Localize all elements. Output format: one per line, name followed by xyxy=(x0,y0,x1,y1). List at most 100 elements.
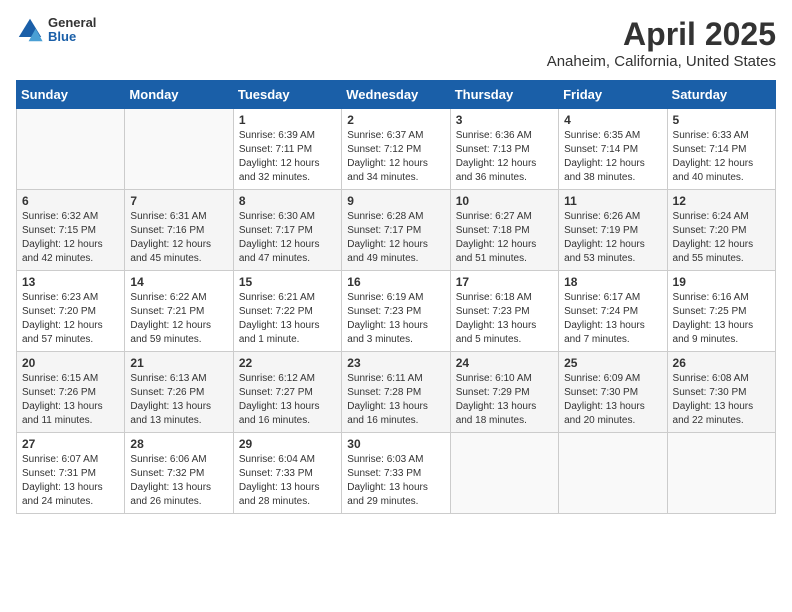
calendar-week-row: 27 Sunrise: 6:07 AM Sunset: 7:31 PM Dayli… xyxy=(17,433,776,514)
day-number: 6 xyxy=(22,194,119,208)
day-info: Sunrise: 6:12 AM Sunset: 7:27 PM Dayligh… xyxy=(239,372,336,428)
day-number: 7 xyxy=(130,194,227,208)
day-number: 9 xyxy=(347,194,444,208)
calendar-day-cell: 26 Sunrise: 6:08 AM Sunset: 7:30 PM Dayli… xyxy=(667,352,775,433)
calendar-day-cell: 24 Sunrise: 6:10 AM Sunset: 7:29 PM Dayli… xyxy=(450,352,558,433)
calendar-week-row: 6 Sunrise: 6:32 AM Sunset: 7:15 PM Daylig… xyxy=(17,190,776,271)
day-info: Sunrise: 6:28 AM Sunset: 7:17 PM Dayligh… xyxy=(347,210,444,266)
calendar-day-cell: 6 Sunrise: 6:32 AM Sunset: 7:15 PM Daylig… xyxy=(17,190,125,271)
day-info: Sunrise: 6:23 AM Sunset: 7:20 PM Dayligh… xyxy=(22,291,119,347)
day-number: 1 xyxy=(239,113,336,127)
day-info: Sunrise: 6:35 AM Sunset: 7:14 PM Dayligh… xyxy=(564,129,661,185)
logo-blue: Blue xyxy=(48,30,96,44)
calendar-day-cell xyxy=(450,433,558,514)
day-info: Sunrise: 6:06 AM Sunset: 7:32 PM Dayligh… xyxy=(130,453,227,509)
day-number: 5 xyxy=(673,113,770,127)
calendar-day-cell: 23 Sunrise: 6:11 AM Sunset: 7:28 PM Dayli… xyxy=(342,352,450,433)
weekday-header: Sunday xyxy=(17,81,125,109)
calendar-day-cell: 20 Sunrise: 6:15 AM Sunset: 7:26 PM Dayli… xyxy=(17,352,125,433)
day-info: Sunrise: 6:19 AM Sunset: 7:23 PM Dayligh… xyxy=(347,291,444,347)
day-info: Sunrise: 6:11 AM Sunset: 7:28 PM Dayligh… xyxy=(347,372,444,428)
calendar-day-cell xyxy=(17,109,125,190)
day-number: 24 xyxy=(456,356,553,370)
calendar-day-cell: 13 Sunrise: 6:23 AM Sunset: 7:20 PM Dayli… xyxy=(17,271,125,352)
day-number: 28 xyxy=(130,437,227,451)
day-number: 30 xyxy=(347,437,444,451)
calendar-header-row: SundayMondayTuesdayWednesdayThursdayFrid… xyxy=(17,81,776,109)
day-info: Sunrise: 6:16 AM Sunset: 7:25 PM Dayligh… xyxy=(673,291,770,347)
calendar-day-cell: 1 Sunrise: 6:39 AM Sunset: 7:11 PM Daylig… xyxy=(233,109,341,190)
day-number: 13 xyxy=(22,275,119,289)
day-number: 21 xyxy=(130,356,227,370)
day-number: 10 xyxy=(456,194,553,208)
day-info: Sunrise: 6:09 AM Sunset: 7:30 PM Dayligh… xyxy=(564,372,661,428)
day-info: Sunrise: 6:32 AM Sunset: 7:15 PM Dayligh… xyxy=(22,210,119,266)
day-info: Sunrise: 6:39 AM Sunset: 7:11 PM Dayligh… xyxy=(239,129,336,185)
logo-icon xyxy=(16,16,44,44)
calendar-day-cell: 28 Sunrise: 6:06 AM Sunset: 7:32 PM Dayli… xyxy=(125,433,233,514)
calendar-day-cell: 17Sunrise: 6:18 AM Sunset: 7:23 PM Dayli… xyxy=(450,271,558,352)
day-number: 29 xyxy=(239,437,336,451)
calendar-day-cell: 4Sunrise: 6:35 AM Sunset: 7:14 PM Daylig… xyxy=(559,109,667,190)
logo-text: General Blue xyxy=(48,16,96,45)
calendar-day-cell: 11Sunrise: 6:26 AM Sunset: 7:19 PM Dayli… xyxy=(559,190,667,271)
day-number: 14 xyxy=(130,275,227,289)
calendar-day-cell: 12 Sunrise: 6:24 AM Sunset: 7:20 PM Dayli… xyxy=(667,190,775,271)
calendar-week-row: 13 Sunrise: 6:23 AM Sunset: 7:20 PM Dayli… xyxy=(17,271,776,352)
calendar-day-cell: 27 Sunrise: 6:07 AM Sunset: 7:31 PM Dayli… xyxy=(17,433,125,514)
day-number: 27 xyxy=(22,437,119,451)
day-info: Sunrise: 6:10 AM Sunset: 7:29 PM Dayligh… xyxy=(456,372,553,428)
day-info: Sunrise: 6:31 AM Sunset: 7:16 PM Dayligh… xyxy=(130,210,227,266)
calendar-week-row: 20 Sunrise: 6:15 AM Sunset: 7:26 PM Dayli… xyxy=(17,352,776,433)
calendar-day-cell xyxy=(559,433,667,514)
day-number: 18 xyxy=(564,275,661,289)
calendar-day-cell: 10 Sunrise: 6:27 AM Sunset: 7:18 PM Dayli… xyxy=(450,190,558,271)
weekday-header: Wednesday xyxy=(342,81,450,109)
day-number: 22 xyxy=(239,356,336,370)
page-subtitle: Anaheim, California, United States xyxy=(547,53,776,70)
day-info: Sunrise: 6:08 AM Sunset: 7:30 PM Dayligh… xyxy=(673,372,770,428)
calendar-day-cell: 8Sunrise: 6:30 AM Sunset: 7:17 PM Daylig… xyxy=(233,190,341,271)
calendar-day-cell: 3 Sunrise: 6:36 AM Sunset: 7:13 PM Daylig… xyxy=(450,109,558,190)
calendar-day-cell: 14Sunrise: 6:22 AM Sunset: 7:21 PM Dayli… xyxy=(125,271,233,352)
day-number: 23 xyxy=(347,356,444,370)
day-info: Sunrise: 6:07 AM Sunset: 7:31 PM Dayligh… xyxy=(22,453,119,509)
calendar-day-cell: 30Sunrise: 6:03 AM Sunset: 7:33 PM Dayli… xyxy=(342,433,450,514)
day-number: 26 xyxy=(673,356,770,370)
calendar-day-cell xyxy=(667,433,775,514)
weekday-header: Friday xyxy=(559,81,667,109)
calendar-day-cell: 7 Sunrise: 6:31 AM Sunset: 7:16 PM Daylig… xyxy=(125,190,233,271)
calendar-day-cell: 16 Sunrise: 6:19 AM Sunset: 7:23 PM Dayli… xyxy=(342,271,450,352)
day-info: Sunrise: 6:21 AM Sunset: 7:22 PM Dayligh… xyxy=(239,291,336,347)
calendar-week-row: 1 Sunrise: 6:39 AM Sunset: 7:11 PM Daylig… xyxy=(17,109,776,190)
weekday-header: Thursday xyxy=(450,81,558,109)
calendar-day-cell: 21Sunrise: 6:13 AM Sunset: 7:26 PM Dayli… xyxy=(125,352,233,433)
calendar-day-cell: 18Sunrise: 6:17 AM Sunset: 7:24 PM Dayli… xyxy=(559,271,667,352)
calendar-table: SundayMondayTuesdayWednesdayThursdayFrid… xyxy=(16,80,776,514)
weekday-header: Saturday xyxy=(667,81,775,109)
day-info: Sunrise: 6:36 AM Sunset: 7:13 PM Dayligh… xyxy=(456,129,553,185)
day-info: Sunrise: 6:33 AM Sunset: 7:14 PM Dayligh… xyxy=(673,129,770,185)
day-info: Sunrise: 6:15 AM Sunset: 7:26 PM Dayligh… xyxy=(22,372,119,428)
day-info: Sunrise: 6:27 AM Sunset: 7:18 PM Dayligh… xyxy=(456,210,553,266)
day-info: Sunrise: 6:26 AM Sunset: 7:19 PM Dayligh… xyxy=(564,210,661,266)
day-info: Sunrise: 6:18 AM Sunset: 7:23 PM Dayligh… xyxy=(456,291,553,347)
day-info: Sunrise: 6:24 AM Sunset: 7:20 PM Dayligh… xyxy=(673,210,770,266)
day-number: 20 xyxy=(22,356,119,370)
page-header: General Blue April 2025 Anaheim, Califor… xyxy=(16,16,776,70)
logo: General Blue xyxy=(16,16,96,45)
day-info: Sunrise: 6:04 AM Sunset: 7:33 PM Dayligh… xyxy=(239,453,336,509)
calendar-day-cell: 29 Sunrise: 6:04 AM Sunset: 7:33 PM Dayli… xyxy=(233,433,341,514)
day-number: 2 xyxy=(347,113,444,127)
day-number: 8 xyxy=(239,194,336,208)
page-title: April 2025 xyxy=(547,16,776,53)
weekday-header: Monday xyxy=(125,81,233,109)
logo-general: General xyxy=(48,16,96,30)
day-number: 15 xyxy=(239,275,336,289)
day-number: 12 xyxy=(673,194,770,208)
day-number: 3 xyxy=(456,113,553,127)
day-info: Sunrise: 6:37 AM Sunset: 7:12 PM Dayligh… xyxy=(347,129,444,185)
day-number: 16 xyxy=(347,275,444,289)
weekday-header: Tuesday xyxy=(233,81,341,109)
calendar-day-cell: 15 Sunrise: 6:21 AM Sunset: 7:22 PM Dayli… xyxy=(233,271,341,352)
